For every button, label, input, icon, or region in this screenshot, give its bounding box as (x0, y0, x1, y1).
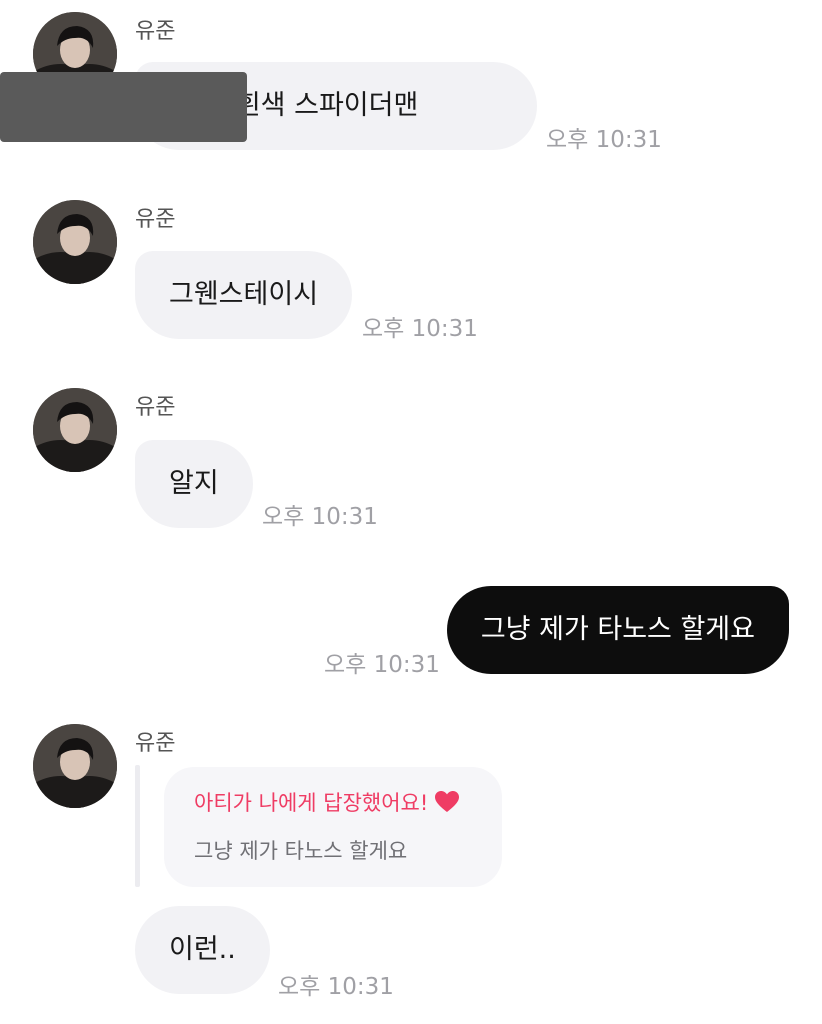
reply-indicator-line (135, 765, 140, 887)
message-time: 오후 10:31 (546, 127, 662, 153)
message-bubble[interactable]: 이런.. (135, 906, 270, 994)
profile-photo-icon (33, 200, 117, 284)
avatar[interactable] (33, 388, 117, 472)
sender-name: 유준 (135, 395, 176, 420)
profile-photo-icon (33, 388, 117, 472)
message-time: 오후 10:31 (362, 316, 478, 342)
reply-card[interactable]: 아티가 나에게 답장했어요! 그냥 제가 타노스 할게요 (164, 767, 502, 887)
heart-icon (435, 791, 460, 812)
message-bubble[interactable]: 그웬스테이시 (135, 251, 353, 339)
sender-name: 유준 (135, 19, 176, 44)
reply-title-row: 아티가 나에게 답장했어요! (194, 787, 472, 817)
avatar[interactable] (33, 724, 117, 808)
message-time: 오후 10:31 (262, 504, 378, 530)
profile-photo-icon (33, 724, 117, 808)
sender-name: 유준 (135, 207, 176, 232)
reply-title: 아티가 나에게 답장했어요! (194, 791, 429, 815)
outgoing-message-bubble[interactable]: 그냥 제가 타노스 할게요 (446, 586, 789, 674)
message-time: 오후 10:31 (324, 652, 440, 678)
reply-quoted-text: 그냥 제가 타노스 할게요 (194, 839, 408, 863)
avatar[interactable] (33, 200, 117, 284)
sender-name: 유준 (135, 731, 176, 756)
redaction-block (0, 72, 247, 142)
message-time: 오후 10:31 (278, 974, 394, 1000)
message-bubble[interactable]: 알지 (135, 440, 253, 528)
